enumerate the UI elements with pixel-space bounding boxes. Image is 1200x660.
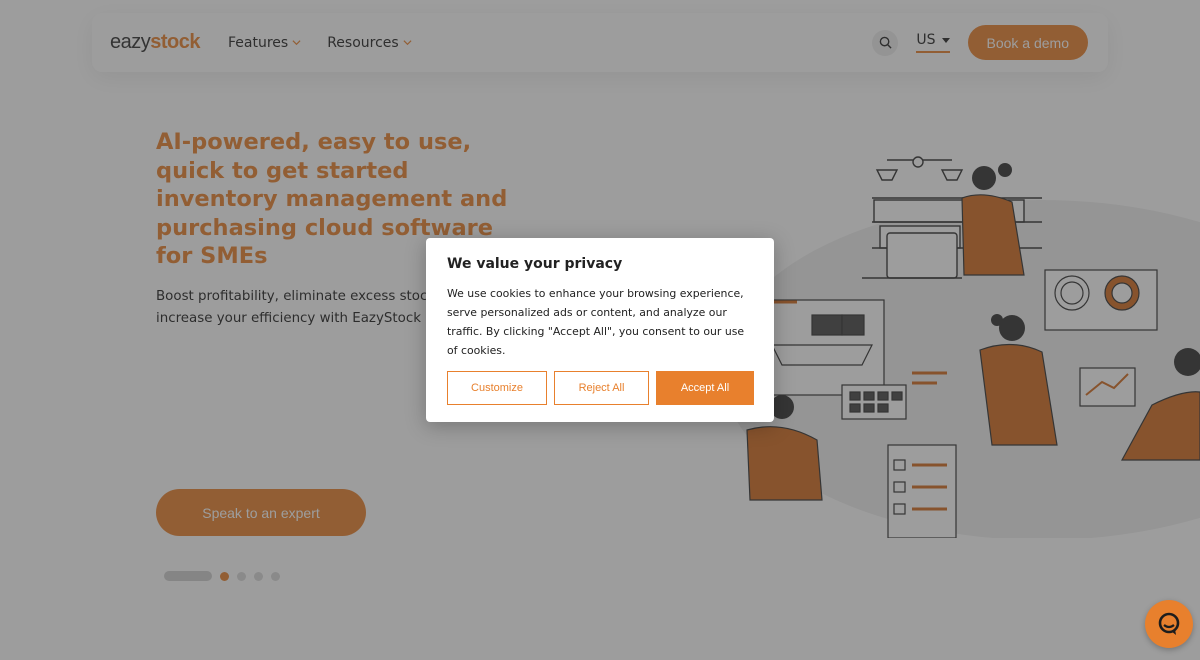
cookie-title: We value your privacy	[447, 256, 623, 272]
chat-button[interactable]	[1145, 600, 1193, 648]
cookie-consent-dialog: We value your privacy We use cookies to …	[426, 238, 774, 422]
page: eazystock Features Resources US Book a d…	[0, 0, 1200, 660]
accept-all-button[interactable]: Accept All	[656, 371, 754, 405]
chat-icon	[1158, 612, 1180, 635]
reject-all-button[interactable]: Reject All	[554, 371, 649, 405]
cookie-buttons: Customize Reject All Accept All	[447, 371, 754, 405]
cookie-text: We use cookies to enhance your browsing …	[447, 287, 745, 357]
customize-button[interactable]: Customize	[447, 371, 547, 405]
